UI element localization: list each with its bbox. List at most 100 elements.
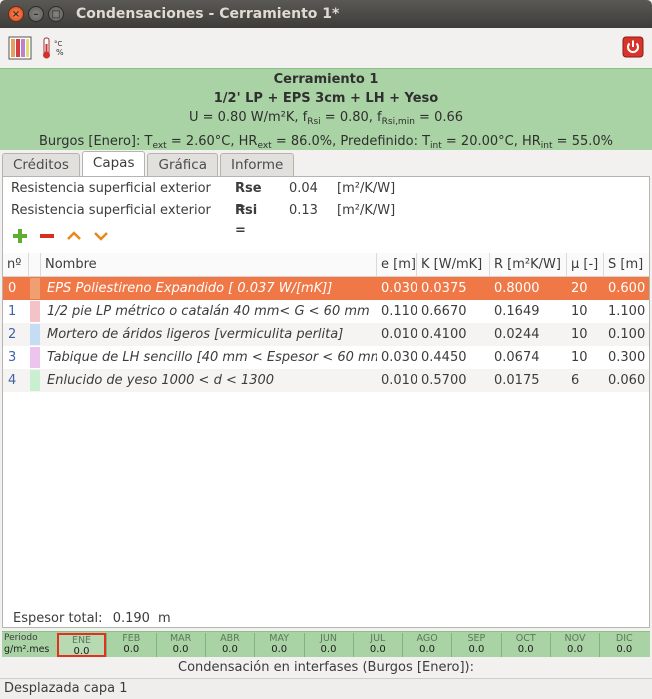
tab-grafica[interactable]: Gráfica — [147, 153, 218, 178]
layer-e: 0.010 — [381, 373, 417, 388]
month-name: NOV — [564, 633, 586, 644]
month-value: 0.0 — [616, 644, 633, 655]
layer-color-swatch — [30, 347, 40, 368]
layer-r: 0.0244 — [494, 327, 540, 342]
layer-k: 0.5700 — [421, 373, 467, 388]
month-nov[interactable]: NOV 0.0 — [550, 633, 599, 657]
month-may[interactable]: MAY 0.0 — [254, 633, 303, 657]
total-thickness-label: Espesor total: — [13, 611, 103, 626]
table-row[interactable]: 3 Tabique de LH sencillo [40 mm < Espesor… — [3, 346, 649, 369]
month-value: 0.0 — [369, 644, 386, 655]
month-ago[interactable]: AGO 0.0 — [402, 633, 451, 657]
month-name: DIC — [615, 633, 633, 644]
total-thickness-unit: m — [158, 611, 171, 626]
layers-table: nº Nombre e [m] K [W/mK] R [m²K/W] μ [-]… — [3, 253, 649, 392]
month-oct[interactable]: OCT 0.0 — [500, 633, 550, 657]
thermometer-icon[interactable]: °C % — [42, 36, 66, 60]
colored-bars-icon[interactable] — [8, 36, 32, 60]
enclosure-composition: 1/2' LP + EPS 3cm + LH + Yeso — [213, 91, 439, 106]
layer-e: 0.030 — [381, 350, 417, 365]
month-value: 0.0 — [567, 644, 583, 655]
table-row[interactable]: 1 1/2 pie LP métrico o catalán 40 mm< G <… — [3, 300, 649, 323]
layer-s: 0.100 — [608, 327, 646, 342]
layer-color-swatch — [30, 370, 40, 391]
row-index: 0 — [8, 281, 17, 296]
title-bar: × – □ Condensaciones - Cerramiento 1* — [0, 0, 652, 28]
month-mar[interactable]: MAR 0.0 — [155, 633, 205, 657]
month-dic[interactable]: DIC 0.0 — [599, 633, 648, 657]
rsi-value[interactable]: 0.13 — [289, 201, 318, 221]
row-index: 1 — [8, 304, 17, 319]
month-feb[interactable]: FEB 0.0 — [106, 633, 155, 657]
month-name: ENE — [71, 635, 92, 646]
layer-s: 0.600 — [608, 281, 646, 296]
tab-informe[interactable]: Informe — [219, 153, 295, 178]
table-body: 0 EPS Poliestireno Expandido [ 0.037 W/[m… — [3, 277, 649, 392]
layer-s: 0.060 — [608, 373, 646, 388]
rsi-label: Resistencia superficial exterior — [11, 203, 211, 218]
month-value: 0.0 — [172, 644, 189, 655]
layer-e: 0.110 — [381, 304, 417, 319]
plus-icon[interactable] — [11, 229, 29, 243]
layer-mu: 10 — [571, 327, 588, 342]
month-name: MAR — [169, 633, 192, 644]
tab-bar: Créditos Capas Gráfica Informe — [0, 151, 652, 178]
col-s[interactable]: S [m] — [604, 253, 649, 277]
col-k[interactable]: K [W/mK] — [417, 253, 490, 277]
col-e[interactable]: e [m] — [377, 253, 417, 277]
layer-r: 0.8000 — [494, 281, 540, 296]
layer-name: EPS Poliestireno Expandido [ 0.037 W/[mK… — [47, 281, 333, 296]
month-name: ABR — [220, 633, 240, 644]
layers-panel: Resistencia superficial exterior Rse = 0… — [2, 176, 650, 628]
chevron-down-icon[interactable] — [92, 229, 110, 243]
table-row[interactable]: 2 Mortero de áridos ligeros [vermiculita … — [3, 323, 649, 346]
period-bar: Periodo g/m².mes ENE 0.0 FEB 0.0 MAR 0.0 ABR 0.… — [2, 631, 650, 657]
month-jun[interactable]: JUN 0.0 — [303, 633, 353, 657]
col-mu[interactable]: μ [-] — [567, 253, 604, 277]
period-unit: g/m².mes — [4, 644, 50, 655]
power-icon[interactable] — [622, 36, 646, 60]
layer-s: 1.100 — [608, 304, 646, 319]
layer-name: Tabique de LH sencillo [40 mm < Espesor … — [47, 350, 377, 365]
rsi-key: Rsi = — [235, 203, 258, 238]
tab-creditos[interactable]: Créditos — [2, 153, 80, 178]
total-thickness-value: 0.190 — [112, 611, 150, 626]
thermo-p-text: % — [56, 48, 64, 57]
month-value: 0.0 — [419, 644, 436, 655]
period-label: Periodo — [4, 633, 38, 643]
chevron-up-icon[interactable] — [65, 229, 83, 243]
minus-icon[interactable] — [38, 229, 56, 243]
month-name: AGO — [416, 633, 438, 644]
month-sep[interactable]: SEP 0.0 — [451, 633, 500, 657]
month-name: JUN — [320, 633, 337, 644]
maximize-window-button[interactable]: □ — [48, 6, 64, 22]
close-window-button[interactable]: × — [8, 6, 24, 22]
month-ene[interactable]: ENE 0.0 — [57, 633, 106, 657]
layer-mu: 10 — [571, 350, 588, 365]
col-nombre[interactable]: Nombre — [41, 253, 377, 277]
col-n[interactable]: nº — [3, 253, 29, 277]
month-name: MAY — [269, 633, 290, 644]
row-index: 2 — [8, 327, 17, 342]
tab-capas[interactable]: Capas — [81, 151, 146, 178]
enclosure-header: Cerramiento 1 1/2' LP + EPS 3cm + LH + Y… — [0, 68, 652, 151]
month-abr[interactable]: ABR 0.0 — [204, 633, 254, 657]
row-index: 4 — [8, 373, 17, 388]
layer-mu: 6 — [571, 373, 580, 388]
status-bar: Desplazada capa 1 — [0, 678, 652, 699]
layer-name: Enlucido de yeso 1000 < d < 1300 — [47, 373, 275, 388]
condensation-label: Condensación en interfases (Burgos [Ener… — [178, 660, 474, 675]
minimize-window-button[interactable]: – — [28, 6, 44, 22]
enclosure-name: Cerramiento 1 — [273, 72, 379, 87]
col-r[interactable]: R [m²K/W] — [490, 253, 567, 277]
month-value: 0.0 — [221, 644, 238, 655]
month-jul[interactable]: JUL 0.0 — [352, 633, 402, 657]
layer-s: 0.300 — [608, 350, 646, 365]
rse-value[interactable]: 0.04 — [289, 179, 318, 199]
layer-r: 0.0175 — [494, 373, 540, 388]
table-row[interactable]: 4 Enlucido de yeso 1000 < d < 1300 0.010 0.… — [3, 369, 649, 392]
month-value: 0.0 — [271, 644, 288, 655]
total-thickness: Espesor total: 0.190 m — [13, 611, 171, 626]
month-name: OCT — [515, 633, 536, 644]
table-row[interactable]: 0 EPS Poliestireno Expandido [ 0.037 W/[m… — [3, 277, 649, 300]
